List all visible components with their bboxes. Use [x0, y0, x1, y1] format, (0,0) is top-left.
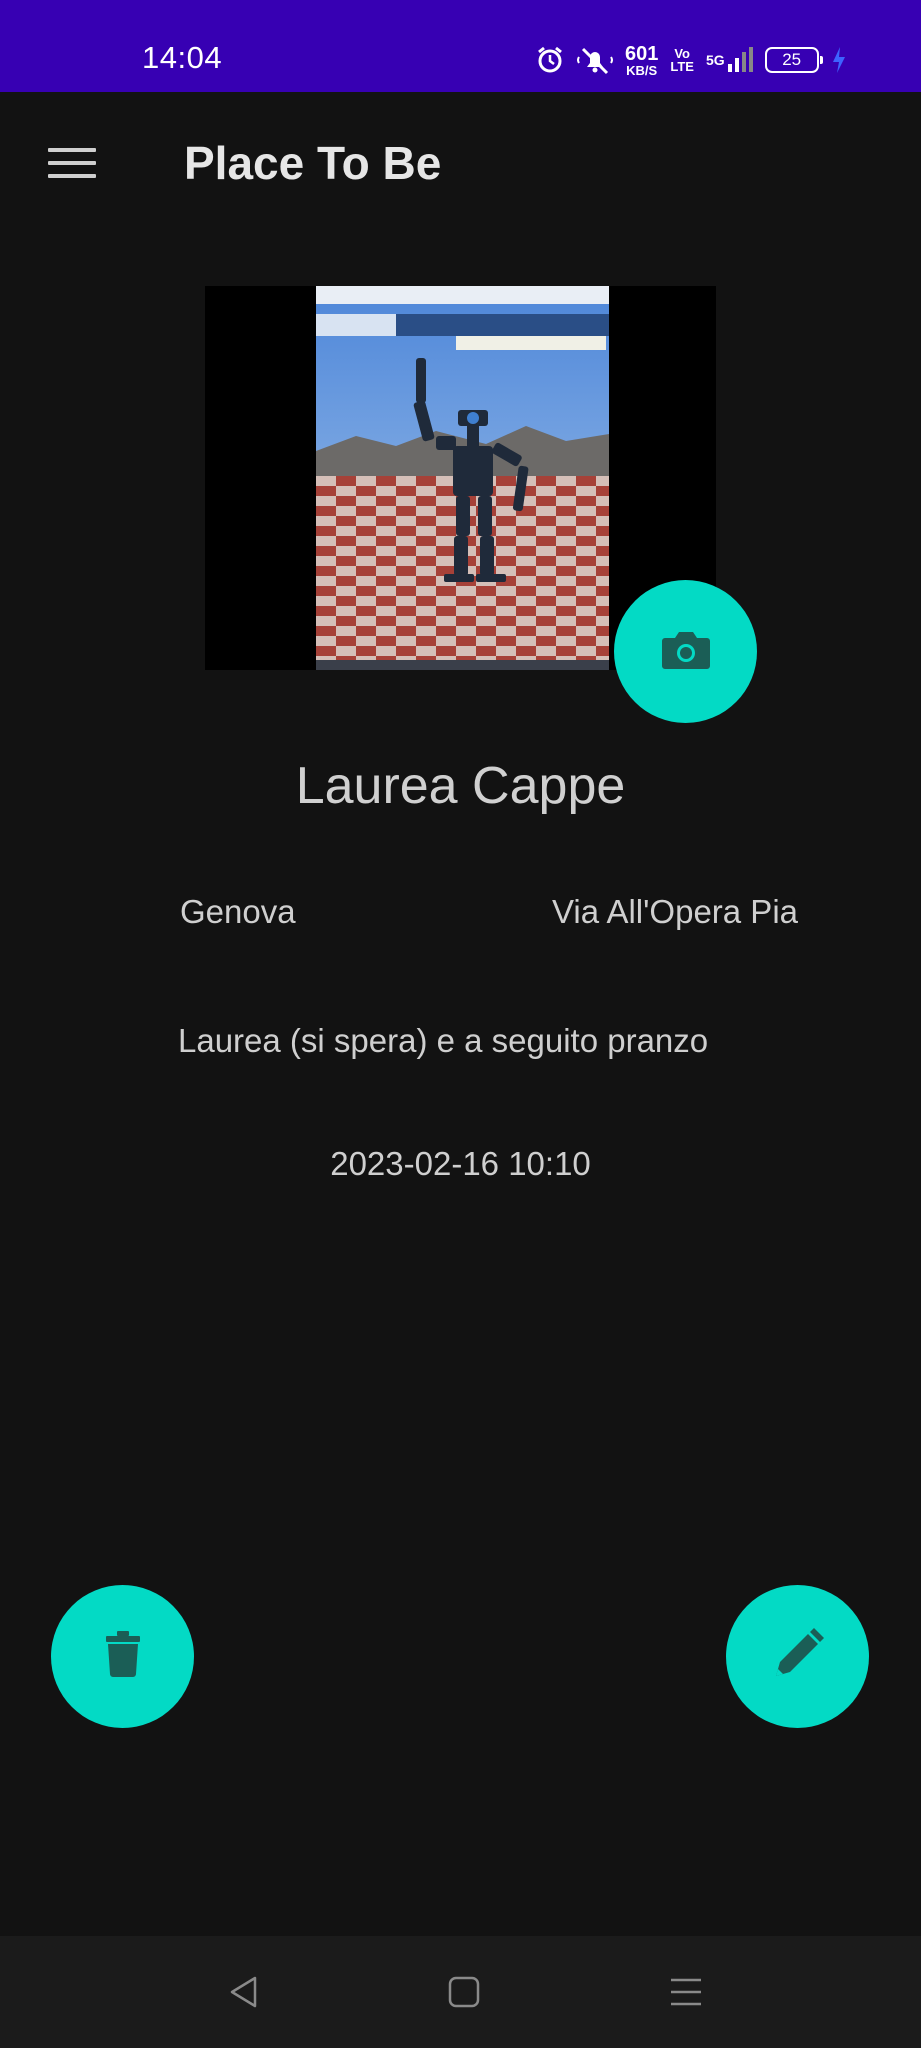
camera-button[interactable] — [614, 580, 757, 723]
place-city: Genova — [180, 893, 296, 930]
network-speed: 601 KB/S — [625, 44, 658, 77]
menu-line — [48, 148, 96, 152]
edit-button[interactable] — [726, 1585, 869, 1728]
network-speed-unit: KB/S — [626, 62, 658, 78]
signal-icon: 5G — [706, 46, 753, 74]
menu-icon[interactable] — [40, 138, 104, 188]
delete-button[interactable] — [51, 1585, 194, 1728]
home-icon[interactable] — [438, 1966, 490, 2018]
photo-image — [316, 286, 609, 670]
app-title: Place To Be — [184, 137, 442, 189]
status-bar: 14:04 601 KB/S Vo LTE 5G 25 — [0, 0, 921, 92]
status-time: 14:04 — [142, 40, 223, 75]
pencil-icon — [772, 1628, 824, 1685]
system-nav-bar — [0, 1936, 921, 2048]
menu-line — [48, 161, 96, 165]
charging-icon — [831, 46, 847, 74]
place-datetime: 2023-02-16 10:10 — [330, 1145, 591, 1182]
status-icons: 601 KB/S Vo LTE 5G 25 — [535, 40, 847, 80]
menu-line — [48, 174, 96, 178]
place-street: Via All'Opera Pia — [552, 893, 799, 930]
battery-level: 25 — [782, 50, 802, 69]
app-bar: Place To Be — [0, 92, 921, 238]
place-name: Laurea Cappe — [295, 757, 626, 815]
trash-icon — [105, 1631, 140, 1682]
network-type: 5G — [705, 52, 725, 68]
volte-bottom: LTE — [670, 59, 694, 74]
recents-icon[interactable] — [660, 1966, 712, 2018]
alarm-icon — [535, 45, 565, 75]
mute-icon — [577, 45, 613, 75]
camera-icon — [661, 628, 711, 675]
volte-icon: Vo LTE — [670, 47, 694, 73]
back-icon[interactable] — [218, 1966, 270, 2018]
battery-icon: 25 — [764, 47, 823, 73]
place-description: Laurea (si spera) e a seguito pranzo — [178, 1022, 709, 1059]
network-speed-value: 601 — [625, 42, 659, 65]
